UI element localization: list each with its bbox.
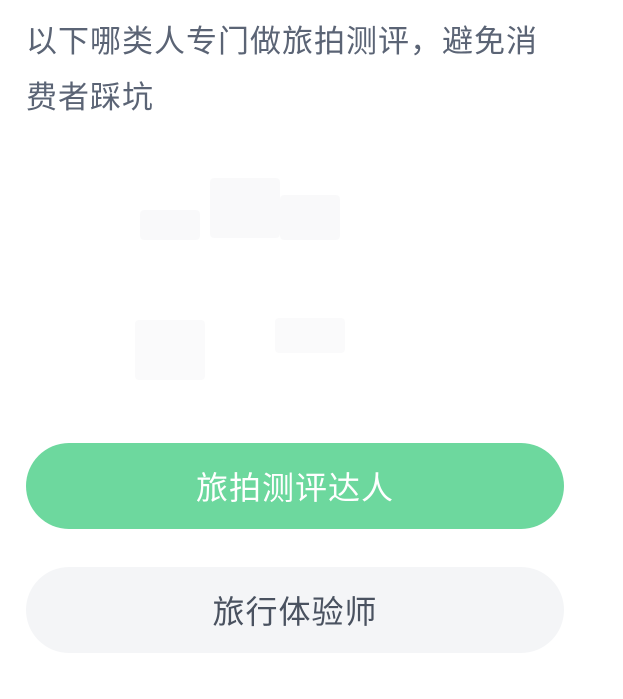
answer-option-2-label: 旅行体验师 bbox=[212, 593, 378, 631]
quiz-screen: 以下哪类人专门做旅拍测评，避免消费者踩坑 旅拍测评达人 旅行体验师 bbox=[0, 0, 623, 699]
answer-option-1-label: 旅拍测评达人 bbox=[195, 469, 394, 507]
answer-option-2[interactable]: 旅行体验师 bbox=[26, 567, 564, 653]
faded-background-watermark bbox=[135, 178, 345, 380]
question-text: 以下哪类人专门做旅拍测评，避免消费者踩坑 bbox=[26, 24, 538, 116]
answer-option-1[interactable]: 旅拍测评达人 bbox=[26, 443, 564, 529]
